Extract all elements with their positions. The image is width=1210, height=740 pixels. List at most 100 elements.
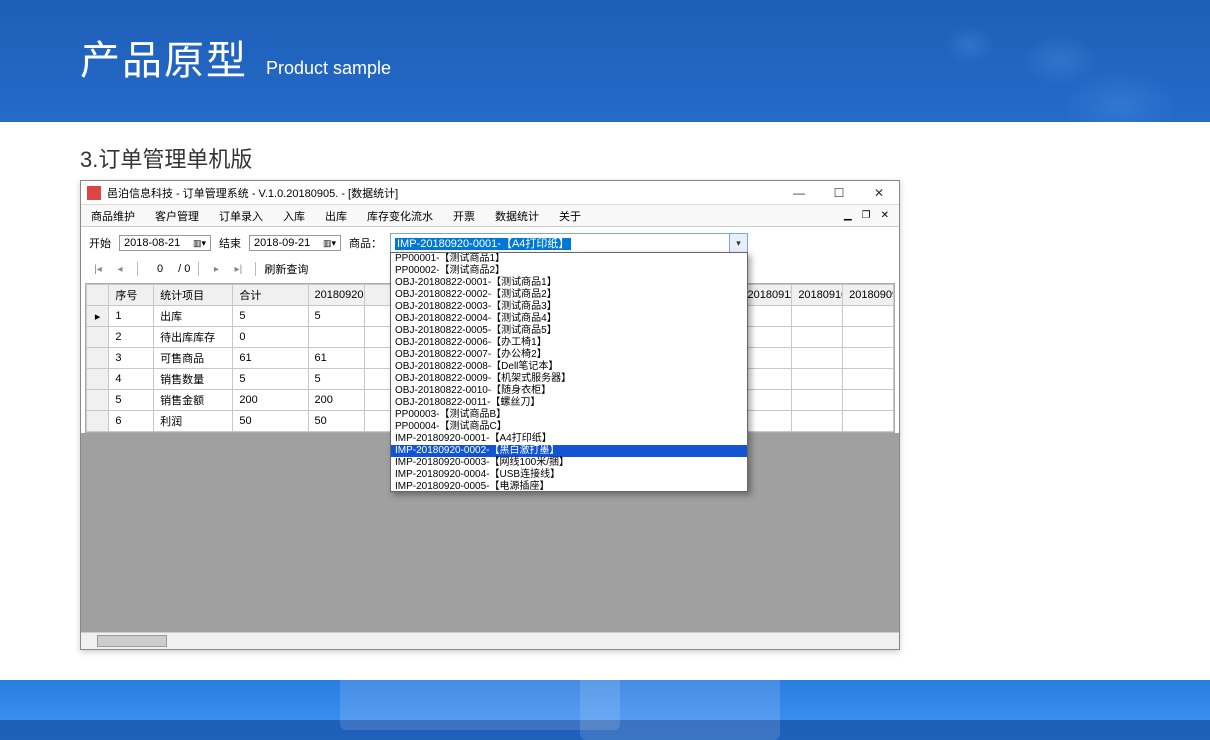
chevron-down-icon[interactable]: ▾ [729, 234, 747, 252]
mdi-restore-icon[interactable]: ❐ [858, 208, 875, 223]
cell-date: 200 [308, 390, 365, 411]
column-header[interactable]: 20180910 [792, 285, 843, 306]
row-selector[interactable] [87, 390, 109, 411]
slide-title-en: Product sample [266, 58, 391, 79]
mdi-minimize-icon[interactable]: ▁ [840, 208, 856, 223]
cell [792, 411, 843, 432]
dropdown-option[interactable]: IMP-20180920-0004-【USB连接线】 [391, 469, 747, 481]
cell [741, 348, 792, 369]
row-selector[interactable] [87, 348, 109, 369]
menu-item[interactable]: 客户管理 [151, 206, 203, 226]
slide-title-zh: 产品原型 [80, 28, 248, 86]
column-header[interactable]: 序号 [109, 285, 154, 306]
dropdown-option[interactable]: IMP-20180920-0005-【电源插座】 [391, 481, 747, 492]
menubar: 商品维护客户管理订单录入入库出库库存变化流水开票数据统计关于 ▁ ❐ ✕ [81, 205, 899, 227]
end-date-input[interactable]: 2018-09-21 ▥▾ [249, 235, 341, 251]
cell-seq: 2 [109, 327, 154, 348]
cell [792, 369, 843, 390]
dropdown-option[interactable]: OBJ-20180822-0008-【Dell笔记本】 [391, 361, 747, 373]
row-header [87, 285, 109, 306]
dropdown-option[interactable]: OBJ-20180822-0006-【办工椅1】 [391, 337, 747, 349]
dropdown-option[interactable]: IMP-20180920-0001-【A4打印纸】 [391, 433, 747, 445]
row-selector[interactable] [87, 369, 109, 390]
dropdown-option[interactable]: PP00003-【测试商品B】 [391, 409, 747, 421]
calendar-icon[interactable]: ▥▾ [323, 238, 336, 249]
cell [792, 390, 843, 411]
prev-page-button[interactable]: ◂ [111, 261, 129, 277]
section-title: 3.订单管理单机版 [80, 142, 252, 174]
cell [843, 327, 894, 348]
row-selector[interactable]: ▸ [87, 306, 109, 327]
menu-item[interactable]: 关于 [555, 206, 585, 226]
cell-date: 50 [308, 411, 365, 432]
dropdown-option[interactable]: OBJ-20180822-0011-【螺丝刀】 [391, 397, 747, 409]
menu-item[interactable]: 订单录入 [215, 206, 267, 226]
cell [843, 369, 894, 390]
dropdown-option[interactable]: OBJ-20180822-0005-【测试商品5】 [391, 325, 747, 337]
cell-item: 销售金额 [154, 390, 233, 411]
menu-item[interactable]: 开票 [449, 206, 479, 226]
dropdown-option[interactable]: IMP-20180920-0002-【黑白激打墨】 [391, 445, 747, 457]
start-date-label: 开始 [89, 235, 111, 251]
dropdown-option[interactable]: OBJ-20180822-0002-【测试商品2】 [391, 289, 747, 301]
menu-item[interactable]: 出库 [321, 206, 351, 226]
menu-item[interactable]: 入库 [279, 206, 309, 226]
row-selector[interactable] [87, 327, 109, 348]
maximize-button[interactable]: ☐ [819, 181, 859, 205]
dropdown-option[interactable]: OBJ-20180822-0009-【机架式服务器】 [391, 373, 747, 385]
close-button[interactable]: ✕ [859, 181, 899, 205]
dropdown-option[interactable]: OBJ-20180822-0003-【测试商品3】 [391, 301, 747, 313]
dropdown-option[interactable]: OBJ-20180822-0004-【测试商品4】 [391, 313, 747, 325]
row-selector[interactable] [87, 411, 109, 432]
menu-item[interactable]: 数据统计 [491, 206, 543, 226]
column-header[interactable]: 合计 [233, 285, 308, 306]
window-title: 邑泊信息科技 - 订单管理系统 - V.1.0.20180905. - [数据统… [107, 185, 779, 201]
cell-seq: 6 [109, 411, 154, 432]
cell [843, 348, 894, 369]
cell-total: 5 [233, 306, 308, 327]
cell-total: 50 [233, 411, 308, 432]
menu-item[interactable]: 商品维护 [87, 206, 139, 226]
scrollbar-thumb[interactable] [97, 635, 167, 647]
cell [843, 390, 894, 411]
titlebar: 邑泊信息科技 - 订单管理系统 - V.1.0.20180905. - [数据统… [81, 181, 899, 205]
column-header[interactable]: 20180920 [308, 285, 365, 306]
product-combo[interactable]: IMP-20180920-0001-【A4打印纸】 ▾ PP00001-【测试商… [390, 233, 748, 253]
calendar-icon[interactable]: ▥▾ [193, 238, 206, 249]
minimize-button[interactable]: — [779, 181, 819, 205]
cell-total: 200 [233, 390, 308, 411]
dropdown-option[interactable]: PP00002-【测试商品2】 [391, 265, 747, 277]
cell-date: 61 [308, 348, 365, 369]
column-header[interactable]: 20180909 [843, 285, 894, 306]
cell-total: 5 [233, 369, 308, 390]
cell-date: 5 [308, 306, 365, 327]
dropdown-option[interactable]: PP00004-【测试商品C】 [391, 421, 747, 433]
product-label: 商品： [349, 235, 382, 251]
dropdown-option[interactable]: OBJ-20180822-0010-【随身衣柜】 [391, 385, 747, 397]
cell-date [308, 327, 365, 348]
start-date-input[interactable]: 2018-08-21 ▥▾ [119, 235, 211, 251]
dropdown-option[interactable]: PP00001-【测试商品1】 [391, 253, 747, 265]
column-header[interactable]: 20180911 [741, 285, 792, 306]
next-page-button[interactable]: ▸ [207, 261, 225, 277]
combo-selected-text: IMP-20180920-0001-【A4打印纸】 [395, 238, 571, 250]
cell [792, 327, 843, 348]
dropdown-option[interactable]: OBJ-20180822-0007-【办公椅2】 [391, 349, 747, 361]
page-total: / 0 [178, 263, 190, 275]
cell-total: 61 [233, 348, 308, 369]
cell-item: 出库 [154, 306, 233, 327]
last-page-button[interactable]: ▸| [229, 261, 247, 277]
first-page-button[interactable]: |◂ [89, 261, 107, 277]
app-window: 邑泊信息科技 - 订单管理系统 - V.1.0.20180905. - [数据统… [80, 180, 900, 650]
cell [741, 369, 792, 390]
cell-seq: 5 [109, 390, 154, 411]
mdi-close-icon[interactable]: ✕ [877, 208, 893, 223]
cell-item: 可售商品 [154, 348, 233, 369]
dropdown-option[interactable]: OBJ-20180822-0001-【测试商品1】 [391, 277, 747, 289]
refresh-button[interactable]: 刷新查询 [264, 261, 308, 277]
dropdown-option[interactable]: IMP-20180920-0003-【网线100米/捆】 [391, 457, 747, 469]
cell [741, 327, 792, 348]
column-header[interactable]: 统计项目 [154, 285, 233, 306]
horizontal-scrollbar[interactable] [81, 632, 899, 649]
menu-item[interactable]: 库存变化流水 [363, 206, 437, 226]
